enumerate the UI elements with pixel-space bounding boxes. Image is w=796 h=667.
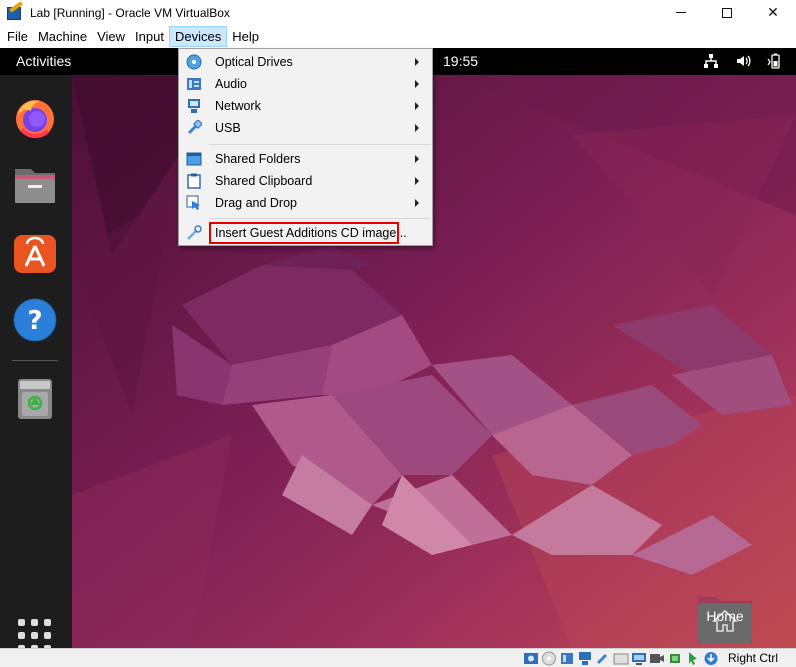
menu-view[interactable]: View [92, 26, 130, 47]
window-title: Lab [Running] - Oracle VM VirtualBox [30, 5, 230, 20]
menu-separator [209, 218, 431, 219]
display-status-icon[interactable] [631, 651, 647, 666]
trash-icon[interactable] [12, 375, 58, 421]
menu-item-shared-clipboard[interactable]: Shared Clipboard [180, 170, 431, 192]
menu-item-shared-folders[interactable]: Shared Folders [180, 148, 431, 170]
menu-item-label: Shared Clipboard [215, 174, 313, 188]
optical-disc-icon [186, 54, 202, 70]
menu-item-audio[interactable]: Audio [180, 73, 431, 95]
menu-machine[interactable]: Machine [33, 26, 92, 47]
minimize-button[interactable] [658, 0, 704, 25]
shared-folder-icon [186, 151, 202, 167]
network-wired-icon[interactable] [702, 52, 720, 70]
menu-item-network[interactable]: Network [180, 95, 431, 117]
minimize-icon [676, 12, 686, 13]
show-apps-grid-icon[interactable] [18, 619, 52, 648]
guest-additions-icon [186, 225, 202, 241]
clock[interactable]: 19:55 [443, 53, 478, 69]
clipboard-icon [186, 173, 202, 189]
keyboard-icon[interactable] [703, 651, 719, 666]
host-key-label: Right Ctrl [727, 651, 778, 665]
virtualbox-app-icon [6, 0, 24, 22]
network-status-icon[interactable] [577, 651, 593, 666]
menu-bar: File Machine View Input Devices Help [0, 25, 796, 48]
dock-separator [12, 360, 58, 361]
submenu-arrow-icon [415, 102, 419, 110]
close-button[interactable]: ✕ [750, 0, 796, 25]
battery-icon[interactable] [766, 52, 784, 70]
maximize-button[interactable] [704, 0, 750, 25]
submenu-arrow-icon [415, 124, 419, 132]
activities-button[interactable]: Activities [16, 53, 71, 69]
menu-devices[interactable]: Devices [168, 26, 228, 47]
help-icon[interactable]: ? [12, 297, 58, 343]
app-center-icon[interactable] [12, 230, 58, 276]
ubuntu-dock: ? [0, 75, 72, 648]
volume-icon[interactable] [734, 52, 752, 70]
hard-disk-icon[interactable] [523, 651, 539, 666]
submenu-arrow-icon [415, 80, 419, 88]
menu-item-label: USB [215, 121, 241, 135]
mouse-integration-icon[interactable] [685, 651, 701, 666]
devices-dropdown-menu: Optical Drives Audio Network USB Shared … [178, 48, 433, 246]
usb-status-icon[interactable] [595, 651, 611, 666]
cpu-icon[interactable] [667, 651, 683, 666]
usb-icon [186, 119, 203, 136]
menu-item-label: Drag and Drop [215, 196, 297, 210]
menu-item-drag-and-drop[interactable]: Drag and Drop [180, 192, 431, 214]
close-icon: ✕ [767, 4, 779, 20]
recording-icon[interactable] [649, 651, 665, 666]
maximize-icon [722, 7, 732, 18]
submenu-arrow-icon [415, 155, 419, 163]
optical-drive-icon[interactable] [541, 651, 557, 666]
menu-file[interactable]: File [2, 26, 33, 47]
menu-item-label: Audio [215, 77, 247, 91]
submenu-arrow-icon [415, 199, 419, 207]
menu-item-usb[interactable]: USB [180, 117, 431, 139]
menu-help[interactable]: Help [227, 26, 264, 47]
menu-separator [209, 144, 431, 145]
shared-folder-status-icon[interactable] [613, 651, 629, 666]
desktop-home-label: Home [706, 608, 744, 624]
audio-icon [186, 76, 202, 92]
network-icon [186, 98, 202, 114]
firefox-icon[interactable] [12, 95, 58, 141]
menu-input[interactable]: Input [130, 26, 169, 47]
vm-status-bar: Right Ctrl [0, 648, 796, 667]
menu-item-label: Network [215, 99, 261, 113]
audio-status-icon[interactable] [559, 651, 575, 666]
menu-item-optical-drives[interactable]: Optical Drives [180, 51, 431, 73]
highlight-annotation [209, 222, 399, 244]
menu-item-label: Shared Folders [215, 152, 301, 166]
submenu-arrow-icon [415, 58, 419, 66]
drag-drop-icon [186, 195, 202, 211]
menu-item-label: Optical Drives [215, 55, 293, 69]
files-icon[interactable] [12, 163, 58, 209]
submenu-arrow-icon [415, 177, 419, 185]
svg-text:?: ? [27, 306, 42, 336]
window-titlebar[interactable]: Lab [Running] - Oracle VM VirtualBox ✕ [0, 0, 796, 25]
